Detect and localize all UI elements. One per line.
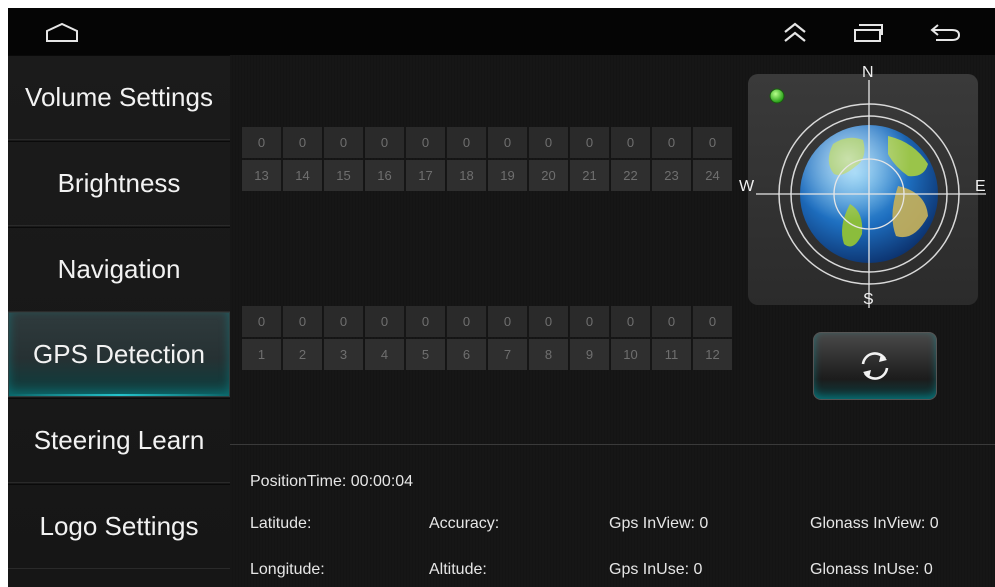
satellite-number: 17 [406,160,445,191]
satellite-signal-value: 0 [242,306,281,337]
sidebar-item-label: Logo Settings [39,511,199,541]
satellite-signal-value: 0 [447,306,486,337]
sidebar-item-volume-settings[interactable]: Volume Settings [8,55,230,140]
satellite-signal-value: 0 [406,306,445,337]
satellite-signal-value: 0 [693,127,732,158]
satellite-number: 13 [242,160,281,191]
satellite-signal-value: 0 [652,306,691,337]
glonass-inuse-label: Glonass InUse: 0 [810,561,933,578]
satellite-signal-value: 0 [242,127,281,158]
home-icon[interactable] [38,8,86,55]
sidebar-item-label: Navigation [57,254,181,284]
glonass-inview-label: Glonass InView: 0 [810,515,939,532]
satellite-number: 9 [570,339,609,370]
satellite-signal-value: 0 [283,127,322,158]
status-bar [8,8,995,55]
satellite-number: 21 [570,160,609,191]
satellite-area: 0 0 0 0 0 0 0 0 0 0 0 0 13 14 15 16 17 18 19 20 21 22 23 24 000… [230,55,995,445]
satellite-signal-value: 0 [693,306,732,337]
satellite-number: 10 [611,339,650,370]
satellite-signal-value: 0 [447,127,486,158]
satellite-signal-value: 0 [570,127,609,158]
satellite-signal-value: 0 [611,306,650,337]
sidebar-item-navigation[interactable]: Navigation [8,227,230,312]
compass-south-label: S [863,291,874,308]
satellite-number: 16 [365,160,404,191]
position-time: PositionTime: 00:00:04 [250,473,414,490]
gps-detection-panel: 0 0 0 0 0 0 0 0 0 0 0 0 13 14 15 16 17 18 19 20 21 22 23 24 000… [230,55,995,587]
screen: Volume Settings Brightness Navigation GP… [8,8,995,587]
altitude-label: Altitude: [429,561,487,578]
satellite-signal-value: 0 [652,127,691,158]
latitude-label: Latitude: [250,515,312,532]
satellite-signal-value: 0 [283,306,322,337]
satellite-signal-value: 0 [611,127,650,158]
globe-compass-icon [756,80,986,308]
satellite-signal-value: 0 [324,127,363,158]
satellite-signal-value: 0 [365,306,404,337]
sidebar-item-logo-settings[interactable]: Logo Settings [8,484,230,569]
back-arrow-icon[interactable] [921,8,969,55]
satellite-number: 23 [652,160,691,191]
sidebar-item-label: Steering Learn [33,425,205,455]
satellite-number: 18 [447,160,486,191]
compass-west-label: W [739,178,755,195]
sidebar-item-gps-detection[interactable]: GPS Detection [8,312,230,397]
refresh-icon [861,352,889,380]
satellite-signal-value: 0 [365,127,404,158]
satellite-number: 7 [488,339,527,370]
gps-status-led-icon [769,88,785,104]
accuracy-label: Accuracy: [429,515,500,532]
sidebar: Volume Settings Brightness Navigation GP… [8,55,230,587]
satellite-number: 20 [529,160,568,191]
gps-inview-label: Gps InView: 0 [609,515,709,532]
satellite-signal-value: 0 [488,127,527,158]
satellite-signal-value: 0 [529,306,568,337]
sidebar-item-brightness[interactable]: Brightness [8,141,230,226]
satellite-number: 15 [324,160,363,191]
satellite-number: 24 [693,160,732,191]
sidebar-item-label: Volume Settings [25,82,213,112]
satellite-number: 8 [529,339,568,370]
double-chevron-up-icon[interactable] [771,8,819,55]
sidebar-item-steering-learn[interactable]: Steering Learn [8,398,230,483]
satellite-signal-grid-lower: 0 0 0 0 0 0 0 0 0 0 0 0 1 2 3 4 5 6 7 8 9 10 11 12 [242,306,732,370]
satellite-number: 12 [693,339,732,370]
longitude-label: Longitude: [250,561,325,578]
satellite-number: 19 [488,160,527,191]
satellite-number: 4 [365,339,404,370]
compass-north-label: N [862,64,874,81]
satellite-signal-value: 0 [529,127,568,158]
satellite-number: 1 [242,339,281,370]
recent-apps-icon[interactable] [844,8,892,55]
satellite-signal-value: 0 [406,127,445,158]
sidebar-item-label: Brightness [57,168,181,198]
satellite-number: 14 [283,160,322,191]
satellite-signal-grid-upper: 0 0 0 0 0 0 0 0 0 0 0 0 13 14 15 16 17 18 19 20 21 22 23 24 [242,127,732,191]
gps-inuse-label: Gps InUse: 0 [609,561,703,578]
satellite-number: 3 [324,339,363,370]
satellite-signal-value: 0 [488,306,527,337]
satellite-number: 11 [652,339,691,370]
refresh-button[interactable] [813,332,937,400]
satellite-signal-value: 0 [324,306,363,337]
sidebar-item-label: GPS Detection [33,339,205,369]
satellite-number: 2 [283,339,322,370]
compass-panel: N S W E [739,64,986,308]
satellite-number: 22 [611,160,650,191]
satellite-signal-value: 0 [570,306,609,337]
satellite-number: 6 [447,339,486,370]
compass-east-label: E [975,178,986,195]
satellite-number: 5 [406,339,445,370]
